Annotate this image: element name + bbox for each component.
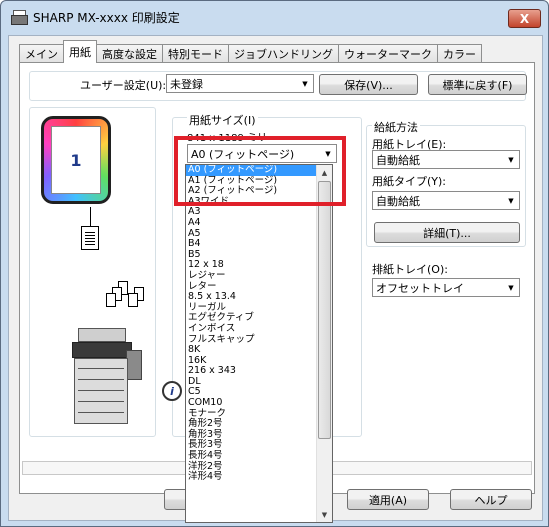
help-button[interactable]: ヘルプ bbox=[450, 489, 532, 510]
list-item[interactable]: レジャー bbox=[186, 270, 332, 282]
connector-line bbox=[90, 207, 91, 227]
list-item[interactable]: フルスキャップ bbox=[186, 334, 332, 346]
paper-type-value: 自動給紙 bbox=[376, 194, 420, 208]
output-tray-select[interactable]: オフセットトレイ ▼ bbox=[372, 278, 520, 297]
reset-defaults-button[interactable]: 標準に戻す(F) bbox=[428, 74, 527, 95]
tab-advanced[interactable]: 高度な設定 bbox=[96, 44, 163, 63]
output-stack-icon bbox=[106, 281, 150, 311]
paper-size-dropdown-list[interactable]: A0 (フィットページ) A1 (フィットページ) A2 (フィットページ) A… bbox=[185, 164, 333, 523]
chevron-down-icon: ▼ bbox=[508, 283, 514, 292]
chevron-down-icon: ▼ bbox=[302, 79, 308, 88]
list-item[interactable]: DL bbox=[186, 376, 332, 388]
tab-color[interactable]: カラー bbox=[437, 44, 482, 63]
list-item[interactable]: 洋形4号 bbox=[186, 472, 332, 483]
output-tray-value: オフセットトレイ bbox=[376, 281, 464, 295]
list-item[interactable]: A3 bbox=[186, 207, 332, 218]
highlight-box bbox=[174, 136, 346, 206]
list-item[interactable]: B4 bbox=[186, 239, 332, 250]
tab-job-handling[interactable]: ジョブハンドリング bbox=[228, 44, 339, 63]
printer-icon bbox=[11, 10, 28, 25]
list-item[interactable]: A5 bbox=[186, 228, 332, 240]
user-settings-select[interactable]: 未登録 ▼ bbox=[166, 74, 314, 93]
scrollbar-thumb[interactable] bbox=[318, 181, 331, 439]
details-button[interactable]: 詳細(T)... bbox=[374, 222, 520, 243]
list-item[interactable]: 8K bbox=[186, 344, 332, 356]
preview-page-number: 1 bbox=[51, 126, 101, 194]
paper-type-label: 用紙タイプ(Y): bbox=[372, 175, 447, 188]
chevron-down-icon: ▼ bbox=[508, 155, 514, 164]
paper-tray-value: 自動給紙 bbox=[376, 153, 420, 167]
list-item[interactable]: インボイス bbox=[186, 323, 332, 335]
user-settings-value: 未登録 bbox=[170, 77, 203, 91]
tab-watermark[interactable]: ウォーターマーク bbox=[338, 44, 438, 63]
paper-tray-select[interactable]: 自動給紙 ▼ bbox=[372, 150, 520, 169]
dropdown-scrollbar[interactable]: ▲ ▼ bbox=[316, 165, 332, 522]
paper-source-label: 給紙方法 bbox=[372, 119, 420, 135]
printer-device-icon bbox=[72, 328, 142, 428]
title-bar: SHARP MX-xxxx 印刷設定 X bbox=[1, 1, 548, 33]
chevron-down-icon: ▼ bbox=[508, 196, 514, 205]
tab-special-mode[interactable]: 特別モード bbox=[162, 44, 229, 63]
tab-paper[interactable]: 用紙 bbox=[63, 40, 97, 63]
scroll-down-icon[interactable]: ▼ bbox=[317, 507, 332, 522]
save-button[interactable]: 保存(V)... bbox=[319, 74, 418, 95]
close-button[interactable]: X bbox=[508, 9, 541, 28]
output-tray-label: 排紙トレイ(O): bbox=[372, 263, 448, 276]
paper-type-select[interactable]: 自動給紙 ▼ bbox=[372, 191, 520, 210]
info-icon: i bbox=[162, 381, 182, 401]
paper-size-label: 用紙サイズ(I) bbox=[187, 112, 258, 128]
apply-button[interactable]: 適用(A) bbox=[347, 489, 429, 510]
list-item[interactable]: A4 bbox=[186, 217, 332, 229]
window-title: SHARP MX-xxxx 印刷設定 bbox=[33, 10, 180, 25]
tab-main[interactable]: メイン bbox=[19, 44, 64, 63]
user-settings-label: ユーザー設定(U): bbox=[80, 79, 167, 92]
document-icon bbox=[81, 226, 99, 250]
list-item[interactable]: 216 x 343 bbox=[186, 366, 332, 377]
tab-strip: メイン 用紙 高度な設定 特別モード ジョブハンドリング ウォーターマーク カラ… bbox=[19, 40, 482, 63]
paper-preview: 1 bbox=[41, 116, 111, 204]
